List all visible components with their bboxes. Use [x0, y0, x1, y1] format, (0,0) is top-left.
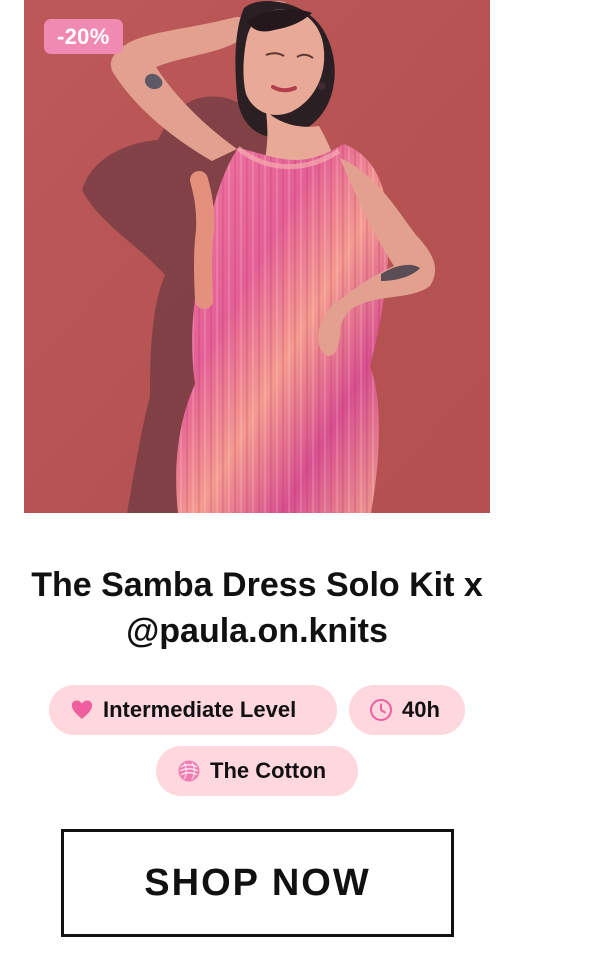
product-card: -20% The Samba Dress Solo Kit x @paula.o… [0, 0, 600, 959]
yarn-type-chip: The Cotton [156, 746, 358, 796]
time-estimate-chip: 40h [349, 685, 465, 735]
product-photo-illustration [24, 0, 490, 513]
heart-icon [70, 698, 94, 722]
product-image[interactable] [24, 0, 490, 513]
yarn-ball-icon [177, 759, 201, 783]
skill-level-label: Intermediate Level [103, 697, 297, 722]
yarn-type-label: The Cotton [210, 758, 327, 783]
skill-level-chip: Intermediate Level [49, 685, 337, 735]
time-estimate-label: 40h [402, 697, 440, 722]
clock-icon [369, 698, 393, 722]
shop-now-button[interactable]: SHOP NOW [61, 829, 454, 937]
product-title[interactable]: The Samba Dress Solo Kit x @paula.on.kni… [24, 562, 490, 654]
discount-badge: -20% [44, 19, 123, 54]
